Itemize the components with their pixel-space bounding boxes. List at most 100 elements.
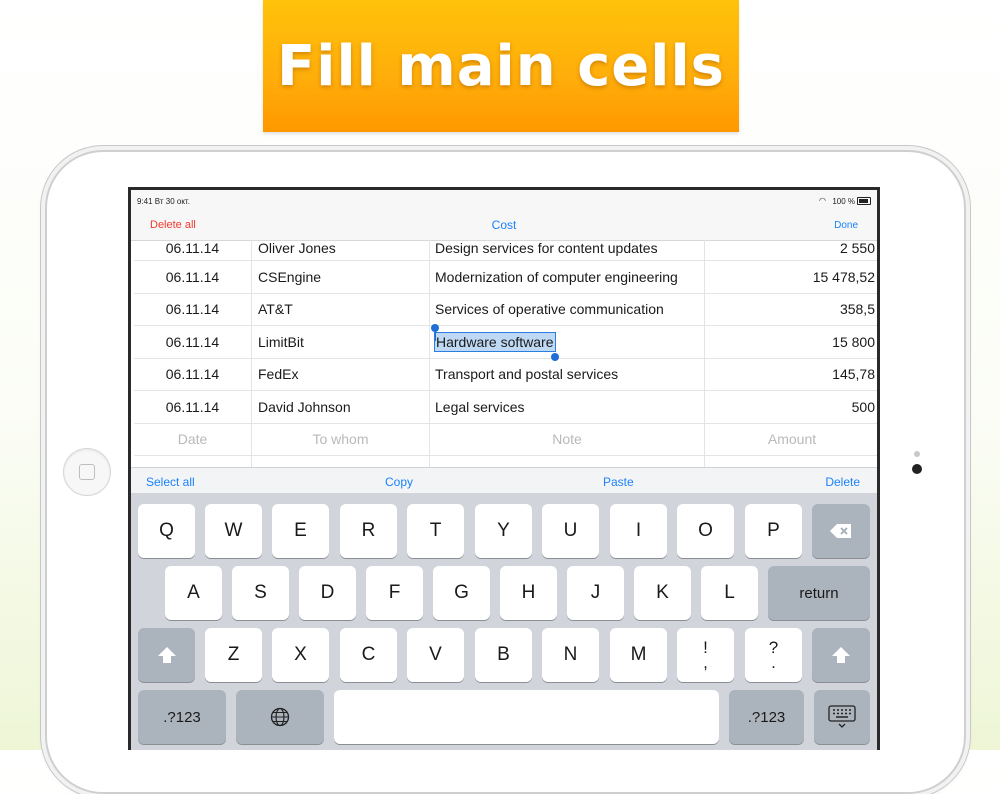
to-whom-cell[interactable]: AT&T: [252, 293, 430, 325]
table-row[interactable]: 06.11.14 FedEx Transport and postal serv…: [134, 358, 877, 391]
key-bottom-char: ,: [703, 653, 708, 672]
battery-percent: 100 %: [832, 197, 855, 206]
numbers-key-left[interactable]: .?123: [138, 690, 226, 744]
shift-icon: [157, 647, 176, 663]
key-t[interactable]: T: [407, 504, 464, 558]
date-cell[interactable]: 06.11.14: [134, 391, 252, 423]
key-b[interactable]: B: [475, 628, 532, 682]
keyboard-hide-icon: [828, 705, 856, 728]
to-whom-cell[interactable]: CSEngine: [252, 261, 430, 293]
amount-cell[interactable]: 15 800: [705, 326, 877, 358]
promo-banner: Fill main cells: [263, 0, 739, 132]
date-cell[interactable]: 06.11.14: [134, 293, 252, 325]
amount-placeholder[interactable]: Amount: [705, 424, 877, 456]
globe-key[interactable]: [236, 690, 324, 744]
table-row[interactable]: 06.11.14 LimitBit Hardware software 15 8…: [134, 323, 877, 361]
key-h[interactable]: H: [500, 566, 557, 620]
selected-text-value: Hardware software: [436, 333, 554, 350]
wifi-icon: ◠: [819, 196, 826, 205]
key-q[interactable]: Q: [138, 504, 195, 558]
key-s[interactable]: S: [232, 566, 289, 620]
table-row[interactable]: 06.11.14 CSEngine Modernization of compu…: [134, 261, 877, 294]
note-placeholder[interactable]: Note: [430, 423, 705, 455]
numbers-key-right[interactable]: .?123: [729, 690, 804, 744]
delete-button[interactable]: Delete: [825, 475, 860, 489]
paste-button[interactable]: Paste: [603, 475, 634, 489]
date-cell[interactable]: 06.11.14: [134, 326, 252, 358]
amount-cell[interactable]: 15 478,52: [705, 261, 877, 293]
select-all-button[interactable]: Select all: [146, 475, 195, 489]
key-z[interactable]: Z: [205, 628, 262, 682]
sensor-dot: [914, 451, 920, 457]
copy-button[interactable]: Copy: [385, 475, 413, 489]
return-key[interactable]: return: [768, 566, 870, 620]
done-button[interactable]: Done: [834, 220, 858, 231]
cost-table: 06.11.14 Oliver Jones Design services fo…: [134, 240, 877, 489]
device-screen: 9:41 Вт 30 окт. ◠ 100 % Delete all Cost …: [128, 187, 880, 750]
key-j[interactable]: J: [567, 566, 624, 620]
amount-cell[interactable]: 145,78: [705, 359, 877, 391]
key-f[interactable]: F: [366, 566, 423, 620]
to-whom-cell[interactable]: David Johnson: [252, 391, 430, 423]
note-cell[interactable]: Services of operative communication: [430, 293, 705, 325]
selection-start-handle[interactable]: [431, 323, 439, 341]
backspace-key[interactable]: [812, 504, 870, 558]
home-button[interactable]: [63, 448, 111, 496]
status-time-date: 9:41 Вт 30 окт.: [137, 197, 190, 206]
hide-keyboard-key[interactable]: [814, 690, 870, 744]
amount-cell[interactable]: 2 550: [705, 240, 877, 260]
key-bottom-char: .: [771, 653, 776, 672]
to-whom-cell[interactable]: Oliver Jones: [252, 240, 430, 260]
status-bar: 9:41 Вт 30 окт. ◠ 100 %: [131, 190, 877, 210]
backspace-icon: [830, 524, 851, 538]
to-whom-cell[interactable]: LimitBit: [252, 326, 430, 358]
key-o[interactable]: O: [677, 504, 734, 558]
key-c[interactable]: C: [340, 628, 397, 682]
page-title: Cost: [491, 218, 517, 232]
key-exclamation-comma[interactable]: ! ,: [677, 628, 734, 682]
note-cell[interactable]: Transport and postal services: [430, 358, 705, 390]
date-cell[interactable]: 06.11.14: [134, 240, 252, 260]
key-x[interactable]: X: [272, 628, 329, 682]
shift-key-right[interactable]: [812, 628, 870, 682]
date-cell[interactable]: 06.11.14: [134, 358, 252, 390]
empty-row[interactable]: Date To whom Note Amount: [134, 423, 877, 456]
key-question-period[interactable]: ? .: [745, 628, 802, 682]
key-r[interactable]: R: [340, 504, 397, 558]
table-row[interactable]: 06.11.14 David Johnson Legal services 50…: [134, 391, 877, 424]
key-w[interactable]: W: [205, 504, 262, 558]
key-k[interactable]: K: [634, 566, 691, 620]
globe-icon: [270, 707, 290, 727]
selected-text[interactable]: Hardware software: [431, 323, 559, 361]
key-n[interactable]: N: [542, 628, 599, 682]
amount-cell[interactable]: 358,5: [705, 294, 877, 326]
key-p[interactable]: P: [745, 504, 802, 558]
date-placeholder[interactable]: Date: [134, 423, 252, 455]
banner-title: Fill main cells: [277, 33, 725, 99]
note-cell[interactable]: Modernization of computer engineering: [430, 261, 705, 293]
key-u[interactable]: U: [542, 504, 599, 558]
edit-toolbar: Select all Copy Paste Delete: [131, 467, 877, 494]
note-cell[interactable]: Design services for content updates: [430, 240, 705, 260]
key-e[interactable]: E: [272, 504, 329, 558]
key-a[interactable]: A: [165, 566, 222, 620]
shift-icon: [832, 647, 850, 663]
key-y[interactable]: Y: [475, 504, 532, 558]
key-g[interactable]: G: [433, 566, 490, 620]
table-row[interactable]: 06.11.14 Oliver Jones Design services fo…: [134, 240, 877, 261]
note-cell[interactable]: Legal services: [430, 391, 705, 423]
key-d[interactable]: D: [299, 566, 356, 620]
note-cell-editing[interactable]: Hardware software: [430, 323, 705, 361]
table-row[interactable]: 06.11.14 AT&T Services of operative comm…: [134, 293, 877, 326]
key-v[interactable]: V: [407, 628, 464, 682]
to-whom-placeholder[interactable]: To whom: [252, 423, 430, 455]
shift-key-left[interactable]: [138, 628, 195, 682]
amount-cell[interactable]: 500: [705, 391, 877, 423]
key-m[interactable]: M: [610, 628, 667, 682]
date-cell[interactable]: 06.11.14: [134, 261, 252, 293]
to-whom-cell[interactable]: FedEx: [252, 358, 430, 390]
battery-icon: [857, 197, 871, 205]
key-l[interactable]: L: [701, 566, 758, 620]
space-key[interactable]: [334, 690, 719, 744]
key-i[interactable]: I: [610, 504, 667, 558]
